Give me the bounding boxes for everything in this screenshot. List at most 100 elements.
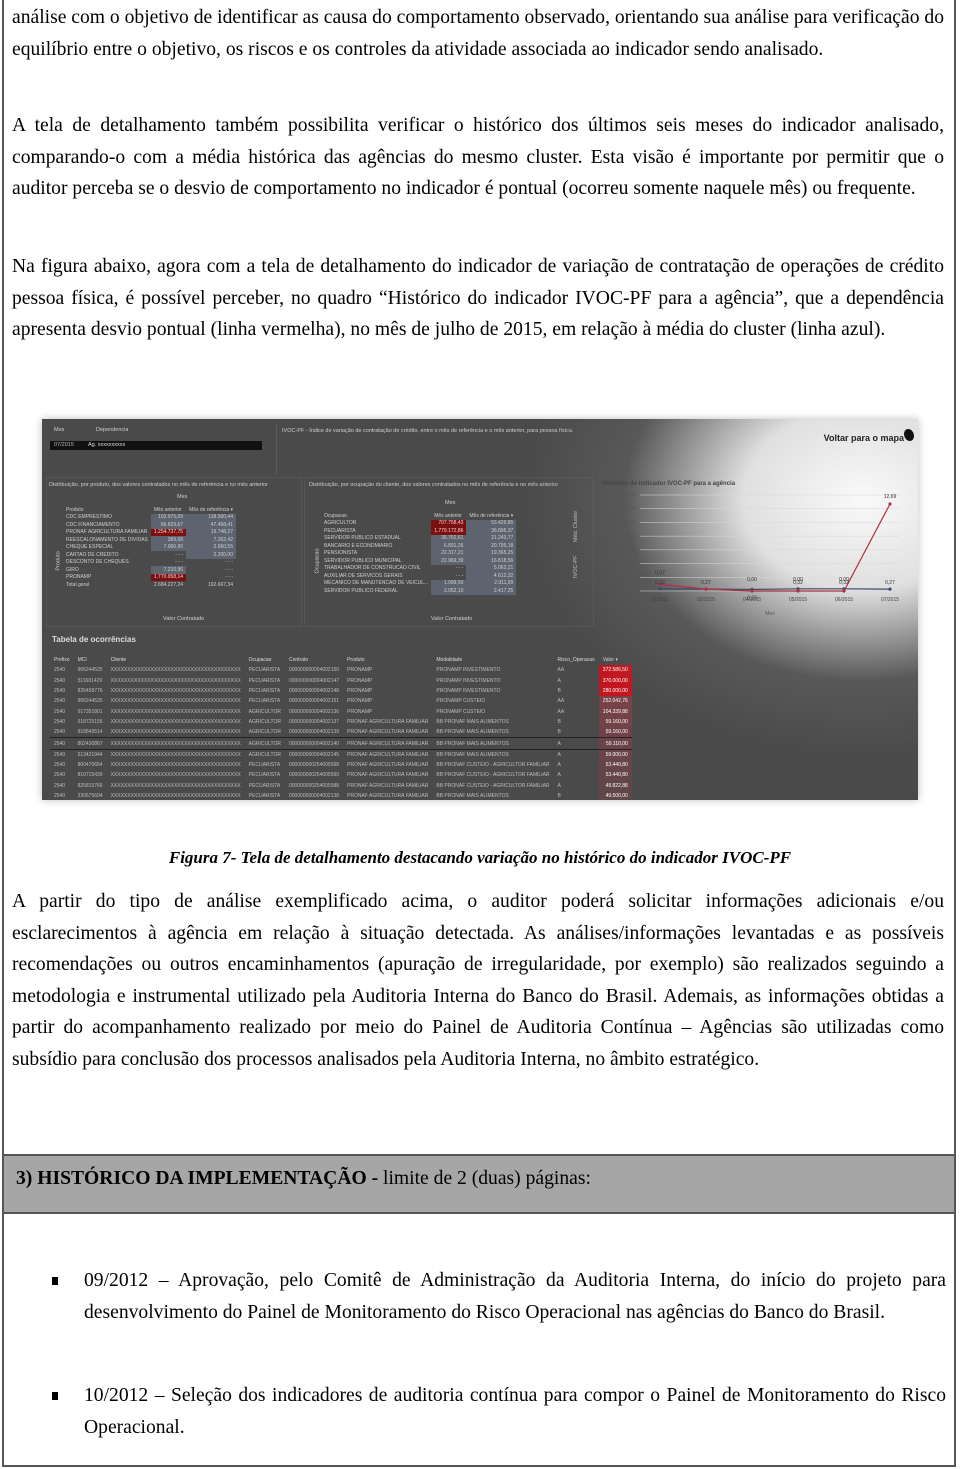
y-tick-label: 4,00 xyxy=(626,562,636,568)
table-row[interactable]: GIRO 7.210,96 - - - xyxy=(63,566,236,574)
table-cell: A xyxy=(553,737,599,750)
value-cell: 118.500,44 xyxy=(186,513,236,521)
product-footer: Valor Contratado xyxy=(163,616,205,622)
table-row[interactable]: DESCONTO DE CHEQUES - - - - - - xyxy=(63,559,236,567)
column-header[interactable]: Prefixo xyxy=(50,655,74,665)
table-cell: PRONAMP INVESTIMENTO xyxy=(436,677,501,684)
table-row[interactable]: 2540 825815766 XXXXXXXXXXXXXXXXXXXXXXXXXXX… xyxy=(50,780,632,791)
column-header[interactable]: Mês anterior xyxy=(151,506,186,514)
table-row[interactable]: CHEQUE ESPECIAL 7.066,90 2.660,55 xyxy=(63,543,236,551)
table-cell: 59.110,00 xyxy=(598,737,632,750)
value-cell: - - - xyxy=(225,559,233,566)
row-label: AUXILIAR DE SERVICOS GERAIS xyxy=(324,572,403,579)
table-cell: 2540 xyxy=(54,667,66,674)
table-row[interactable]: CDC EMPRESTIMO 102.975,09 118.500,44 xyxy=(63,513,236,521)
table-cell: BB PRONAF MAIS ALIMENTOS xyxy=(436,718,509,725)
column-header[interactable]: Produto xyxy=(343,655,432,665)
table-row[interactable]: PRONAF AGRICULTURA FAMILIAR 1.254.737,75 1… xyxy=(63,528,236,536)
table-row[interactable]: CARTAO DE CREDITO - - -2.200,00 xyxy=(63,551,236,559)
row-label: BANCARIO E ECONOMIARIO xyxy=(324,542,393,549)
back-to-map-button[interactable]: Voltar para o mapa xyxy=(824,433,904,443)
table-row[interactable]: PENSIONISTA 22.317,21 19.365,25 xyxy=(321,549,517,557)
table-cell: B xyxy=(557,718,561,725)
column-header[interactable]: Valor ▾ xyxy=(599,655,632,665)
data-label: 0,97 xyxy=(655,570,665,576)
occupation-group-label: Mes xyxy=(445,500,456,506)
table-cell: 2540 xyxy=(54,762,66,769)
value-cell: - - - xyxy=(455,572,464,579)
table-row[interactable]: 2540 906244525 XXXXXXXXXXXXXXXXXXXXXXXXXXX… xyxy=(50,665,632,676)
history-item: 10/2012 – Seleção dos indicadores de aud… xyxy=(52,1380,946,1443)
table-cell: PRONAF AGRICULTURA FAMILIAR xyxy=(347,729,429,736)
table-row[interactable]: AGRICULTOR 707.758,43 53.429,85 xyxy=(321,519,517,527)
table-row[interactable]: BANCARIO E ECONOMIARIO 6.891,26 20.795,18 xyxy=(321,542,517,550)
value-cell: 2.660,55 xyxy=(186,543,236,551)
mes-value: 07/2015 xyxy=(54,442,74,448)
column-header[interactable]: MCI xyxy=(74,655,107,665)
y-tick-label: 6,00 xyxy=(626,548,636,554)
table-cell: 104.339,88 xyxy=(598,706,632,717)
column-header[interactable]: Mês de referência ▾ xyxy=(466,512,516,520)
product-distribution-panel: Distribuição, por produto, dos valores c… xyxy=(46,477,302,627)
table-row[interactable]: AUXILIAR DE SERVICOS GERAIS - - -4.612,32 xyxy=(321,572,517,580)
table-cell: 2540 xyxy=(50,737,74,750)
table-row[interactable]: 2540 918849514 XXXXXXXXXXXXXXXXXXXXXXXXXXX… xyxy=(50,727,632,738)
x-tick-label: 07/2015 xyxy=(881,597,899,603)
filter-header: Mes Dependencia 07/2015 Ag. xxxxxxxxxx xyxy=(46,423,277,475)
column-header[interactable]: Mês anterior xyxy=(431,512,466,520)
table-row[interactable]: TRABALHADOR DE CONSTRUCAO CIVIL - - -5.06… xyxy=(321,564,517,572)
table-cell: 49.500,00 xyxy=(598,790,632,800)
data-label: 0,00 xyxy=(747,577,757,583)
ivoc-history-line-chart: 0,00 2,00 4,00 6,00 8,00 10,00 12,00 14,00 02/20… xyxy=(623,493,900,617)
table-cell: B xyxy=(557,688,561,695)
table-cell: XXXXXXXXXXXXXXXXXXXXXXXXXXXXXXXXXXXXXXX xyxy=(110,729,241,736)
selected-filter-row[interactable]: 07/2015 Ag. xxxxxxxxxx xyxy=(50,441,262,450)
table-row[interactable]: 2540 330675604 XXXXXXXXXXXXXXXXXXXXXXXXXXX… xyxy=(50,790,632,800)
table-row[interactable]: 2540 513421944 XXXXXXXXXXXXXXXXXXXXXXXXXXX… xyxy=(50,749,632,760)
table-row[interactable]: REESCALONAMENTO DE DIVIDAS 389,68 7.262,42 xyxy=(63,536,236,544)
table-row[interactable]: Total geral 2.684.227,24 192.667,34 xyxy=(63,581,236,589)
column-header[interactable]: Ocupacao xyxy=(321,512,431,520)
table-cell: 802430867 xyxy=(73,737,107,750)
bullet-square-icon xyxy=(52,1277,58,1285)
table-row[interactable]: MECANICO DE MANUTENCAO DE VEICUL... 1.099… xyxy=(321,579,517,587)
table-cell: 2540 xyxy=(54,751,66,758)
table-cell: PECUARISTA xyxy=(248,772,281,779)
table-row[interactable]: CDC FINANCIAMENTO 66.829,67 47.458,41 xyxy=(63,521,236,529)
table-row[interactable]: 2540 511601429 XXXXXXXXXXXXXXXXXXXXXXXXXXX… xyxy=(50,675,632,686)
table-header-row: Produto Mês anterior Mês de referência ▾ xyxy=(63,506,236,514)
column-header[interactable]: Cliente xyxy=(107,655,245,665)
table-cell: 2540 xyxy=(54,688,66,695)
value-cell: 36.752,61 xyxy=(431,534,467,542)
value-cell: 7.262,42 xyxy=(186,536,236,544)
table-cell: 000000000004002136 xyxy=(289,708,340,715)
column-header[interactable]: Ocupacao xyxy=(245,655,285,665)
table-row[interactable]: 2540 802430867 XXXXXXXXXXXXXXXXXXXXXXXXXXX… xyxy=(50,737,632,750)
table-cell: BB PRONAF CUSTEIO - AGRICULTOR FAMILIAR xyxy=(436,772,550,779)
value-cell: - - - xyxy=(175,551,184,558)
table-row[interactable]: PECUARISTA 1.779.172,86 36.896,37 xyxy=(321,527,517,535)
brazil-map-icon[interactable] xyxy=(904,429,914,441)
column-header[interactable]: Produto xyxy=(63,506,151,514)
table-row[interactable]: SERVIDOR PUBLICO MUNICIPAL 22.969,39 16.81… xyxy=(321,557,517,565)
table-row[interactable]: SERVIDOR PUBLICO FEDERAL 3.052,10 2.417,25 xyxy=(321,587,517,595)
table-row[interactable]: 2540 800470654 XXXXXXXXXXXXXXXXXXXXXXXXXXX… xyxy=(50,759,632,771)
table-row[interactable]: SERVIDOR PUBLICO ESTADUAL 36.752,61 21.243… xyxy=(321,534,517,542)
table-cell: 59.000,00 xyxy=(598,749,632,760)
column-header[interactable]: Risco_Operacao xyxy=(554,655,599,665)
occupation-axis-label: Ocupacao xyxy=(314,548,321,574)
table-cell: XXXXXXXXXXXXXXXXXXXXXXXXXXXXXXXXXXXXXXX xyxy=(110,677,241,684)
table-cell: AA xyxy=(557,698,565,705)
data-point xyxy=(888,587,892,591)
table-row[interactable]: 2540 826458776 XXXXXXXXXXXXXXXXXXXXXXXXXXX… xyxy=(50,685,632,697)
column-header[interactable]: Contrato xyxy=(285,655,343,665)
column-header[interactable]: Mês de referência ▾ xyxy=(186,506,236,514)
data-label: 12,69 xyxy=(884,494,897,500)
table-row[interactable]: 2540 518725156 XXXXXXXXXXXXXXXXXXXXXXXXXXX… xyxy=(50,716,632,728)
x-tick-label: 05/2015 xyxy=(789,597,807,603)
table-row[interactable]: 2540 906244525 XXXXXXXXXXXXXXXXXXXXXXXXXXX… xyxy=(50,696,632,707)
table-row[interactable]: 2540 917351801 XXXXXXXXXXXXXXXXXXXXXXXXXXX… xyxy=(50,706,632,717)
column-header[interactable]: Modalidade xyxy=(432,655,553,665)
table-row[interactable]: 2540 810715439 XXXXXXXXXXXXXXXXXXXXXXXXXXX… xyxy=(50,770,632,781)
table-row[interactable]: PRONAMP 1.770.958,14 - - - xyxy=(63,573,236,581)
